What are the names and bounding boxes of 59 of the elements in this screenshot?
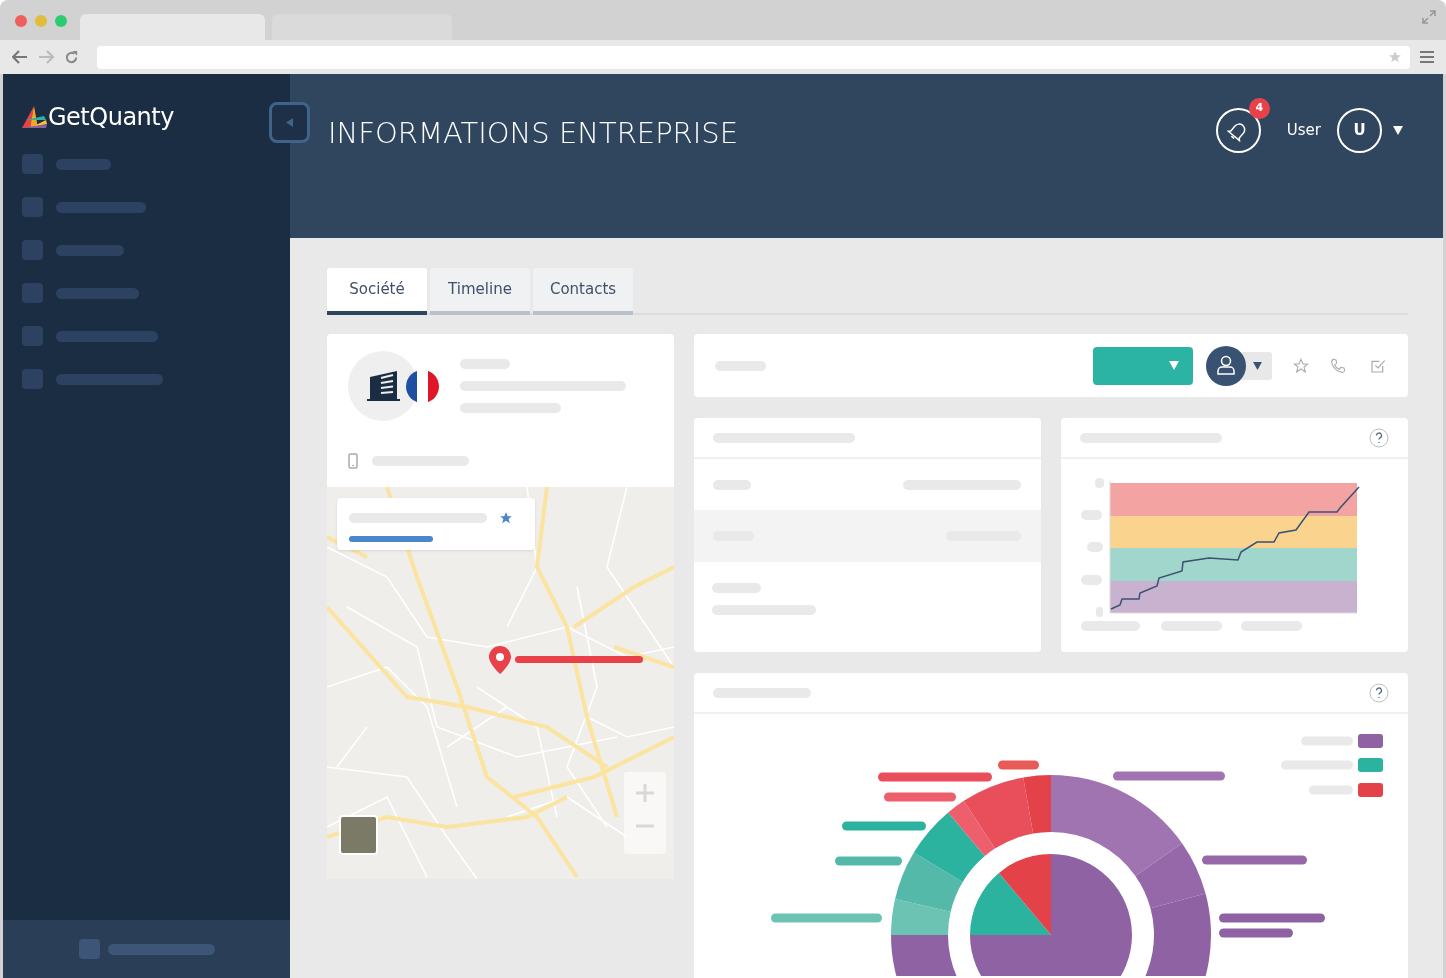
user-avatar[interactable]: U: [1337, 108, 1382, 153]
tab[interactable]: Timeline: [430, 268, 530, 315]
placeholder-bar[interactable]: [56, 330, 158, 342]
help-icon[interactable]: [1369, 682, 1389, 703]
tab[interactable]: Contacts: [533, 268, 633, 315]
owner-dropdown[interactable]: [1206, 345, 1272, 386]
placeholder-bar[interactable]: [56, 244, 124, 256]
zoom-in-icon[interactable]: [636, 784, 654, 802]
caret-icon: [286, 118, 293, 127]
tab[interactable]: Société: [327, 268, 427, 315]
zoom-out-icon[interactable]: [636, 824, 654, 828]
caret-icon: [1169, 361, 1179, 370]
legend-swatch: [1358, 758, 1383, 772]
placeholder-bar[interactable]: [56, 287, 139, 299]
back-arrow-icon[interactable]: [12, 50, 28, 64]
placeholder-bar[interactable]: [56, 373, 163, 385]
sidebar-square-icon: [78, 939, 100, 959]
dropdown-caret-icon[interactable]: [1393, 126, 1403, 135]
page-title: INFORMATIONS ENTREPRISE: [328, 116, 739, 151]
user-avatar: [1206, 345, 1246, 386]
reload-icon[interactable]: [64, 49, 79, 65]
dropdown-button[interactable]: [1093, 346, 1193, 385]
sidebar-square-icon[interactable]: [22, 197, 43, 217]
legend-swatch: [1358, 734, 1383, 748]
maximize-window-dot[interactable]: [55, 15, 67, 27]
logo-icon: [22, 106, 48, 128]
location-pin-icon[interactable]: [489, 646, 511, 674]
user-label: User: [1286, 120, 1321, 142]
placeholder-bar: [998, 760, 1039, 770]
map-layer-thumbnail[interactable]: [339, 815, 378, 855]
france-flag-icon: [406, 370, 439, 403]
sidebar-square-icon[interactable]: [22, 154, 43, 174]
caret-icon: [1253, 361, 1262, 370]
sidebar-square-icon[interactable]: [22, 240, 43, 260]
building-icon: [367, 371, 400, 401]
bookmark-star-icon[interactable]: [1388, 50, 1402, 64]
legend-swatch: [1358, 783, 1383, 797]
forward-arrow-icon[interactable]: [38, 50, 54, 64]
star-icon: [499, 511, 513, 525]
help-icon[interactable]: [1369, 427, 1389, 448]
close-window-dot[interactable]: [15, 15, 27, 27]
placeholder-bar[interactable]: [56, 158, 111, 170]
mobile-phone-icon: [348, 453, 358, 469]
placeholder-bar[interactable]: [56, 201, 146, 213]
minimize-window-dot[interactable]: [35, 15, 47, 27]
collapse-sidebar-button[interactable]: [269, 102, 310, 143]
sidebar-square-icon[interactable]: [22, 369, 43, 389]
menu-icon[interactable]: [1420, 51, 1434, 63]
notification-badge: 4: [1248, 98, 1270, 119]
address-bar[interactable]: [97, 45, 1410, 69]
sidebar-square-icon[interactable]: [22, 283, 43, 303]
phone-icon[interactable]: [1330, 357, 1346, 374]
placeholder-bar: [835, 856, 902, 866]
placeholder-bar: [884, 792, 956, 802]
star-icon[interactable]: [1293, 357, 1309, 374]
sidebar-square-icon[interactable]: [22, 326, 43, 346]
user-icon: [1217, 354, 1235, 375]
logo-text: GetQuanty: [48, 102, 174, 133]
fullscreen-icon[interactable]: [1422, 10, 1436, 24]
